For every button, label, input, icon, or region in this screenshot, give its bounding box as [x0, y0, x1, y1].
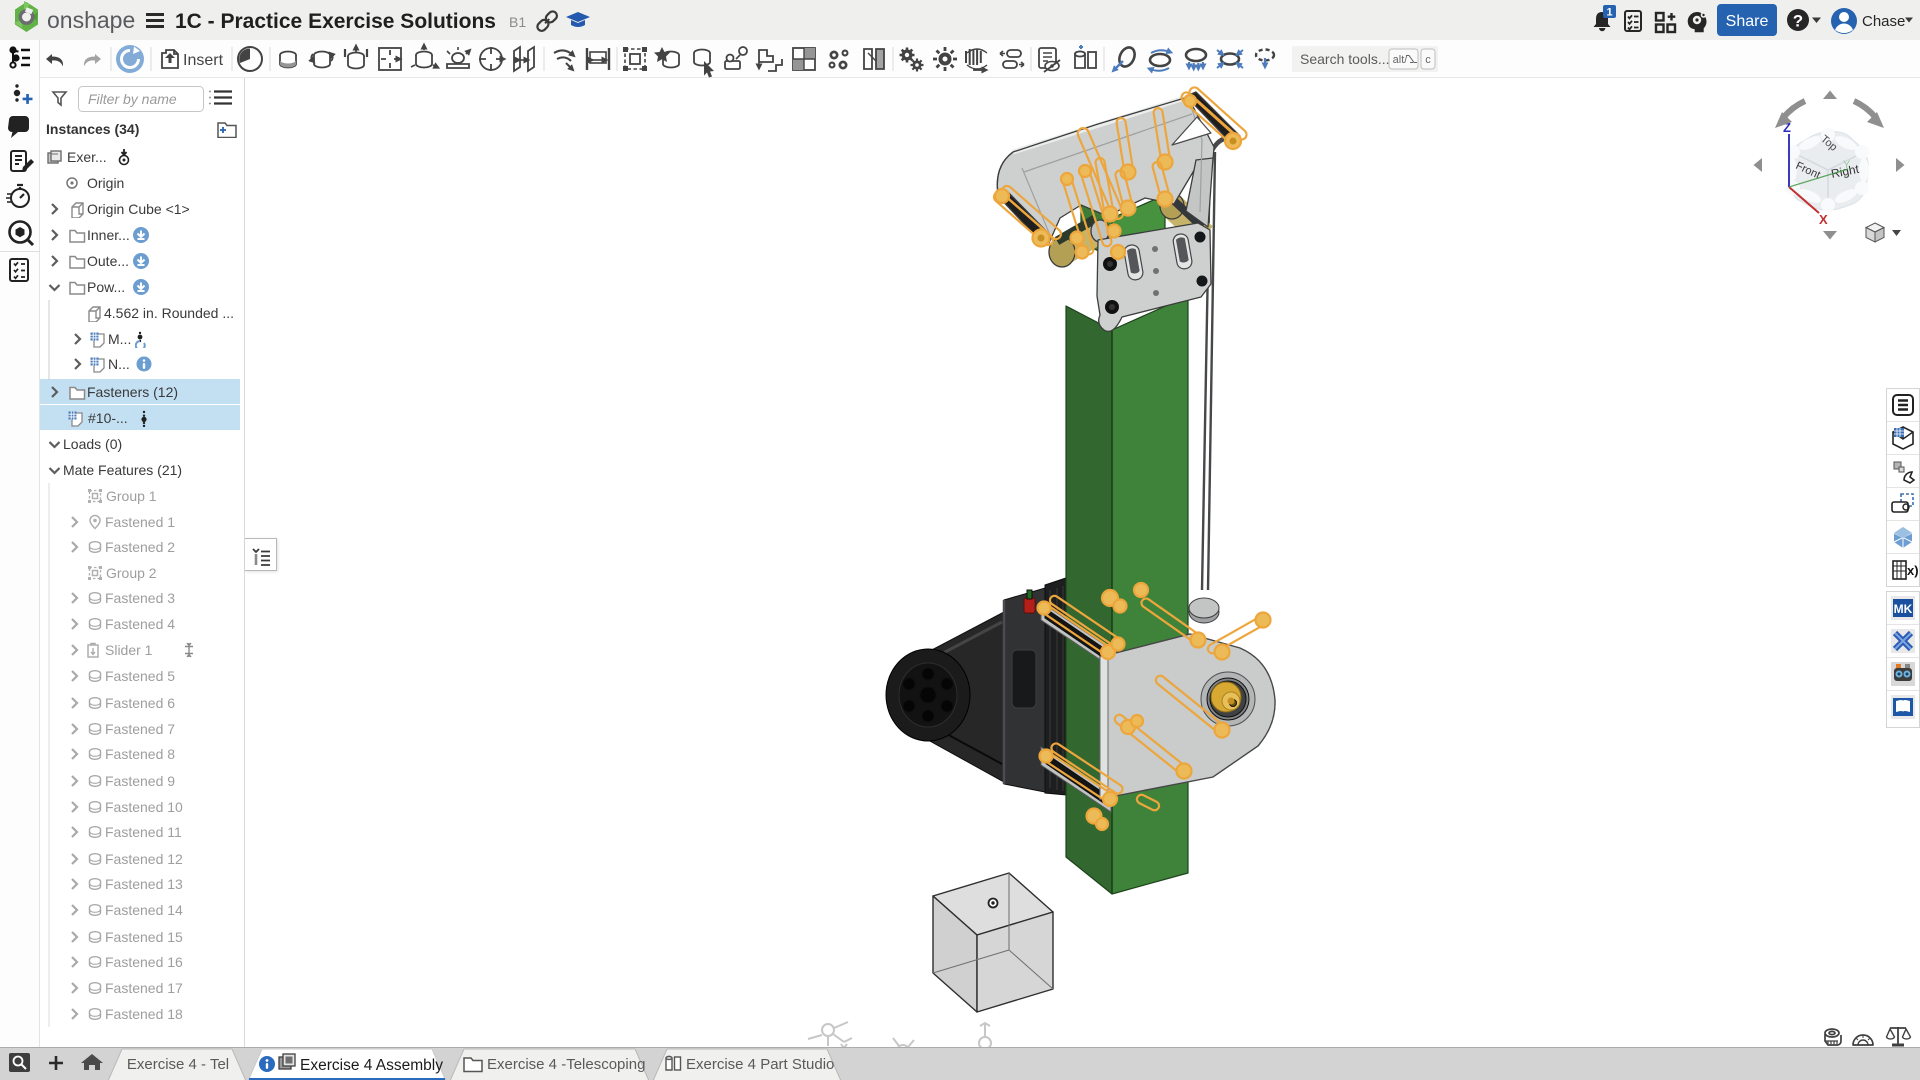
svg-text:alt/: alt/ — [1393, 54, 1409, 66]
svg-text:Exercise 4 Assembly: Exercise 4 Assembly — [300, 1057, 443, 1074]
svg-text:x): x) — [1907, 563, 1919, 578]
svg-text:1C - Practice Exercise Solutio: 1C - Practice Exercise Solutions — [175, 10, 496, 33]
svg-text:Exercise 4 - Tel: Exercise 4 - Tel — [127, 1056, 229, 1073]
svg-text:Chase: Chase — [1862, 13, 1905, 30]
svg-text:MK: MK — [1894, 602, 1913, 616]
svg-text:Exercise 4 -Telescoping: Exercise 4 -Telescoping — [487, 1056, 645, 1073]
svg-text:c: c — [1425, 54, 1431, 66]
svg-text:X: X — [1819, 212, 1828, 227]
svg-text:Exercise 4 Part Studio: Exercise 4 Part Studio — [686, 1056, 834, 1073]
svg-text:Y: Y — [1843, 159, 1851, 171]
svg-text:B1: B1 — [509, 14, 526, 30]
svg-text:onshape: onshape — [47, 7, 135, 33]
svg-text:Instances (34): Instances (34) — [46, 121, 139, 137]
svg-text:?: ? — [1793, 12, 1803, 31]
svg-text:Insert: Insert — [183, 52, 224, 69]
svg-text:Filter by name: Filter by name — [88, 91, 177, 107]
svg-text:Search tools...: Search tools... — [1300, 51, 1390, 67]
svg-text:Share: Share — [1726, 13, 1769, 30]
svg-text:1: 1 — [1606, 7, 1612, 19]
